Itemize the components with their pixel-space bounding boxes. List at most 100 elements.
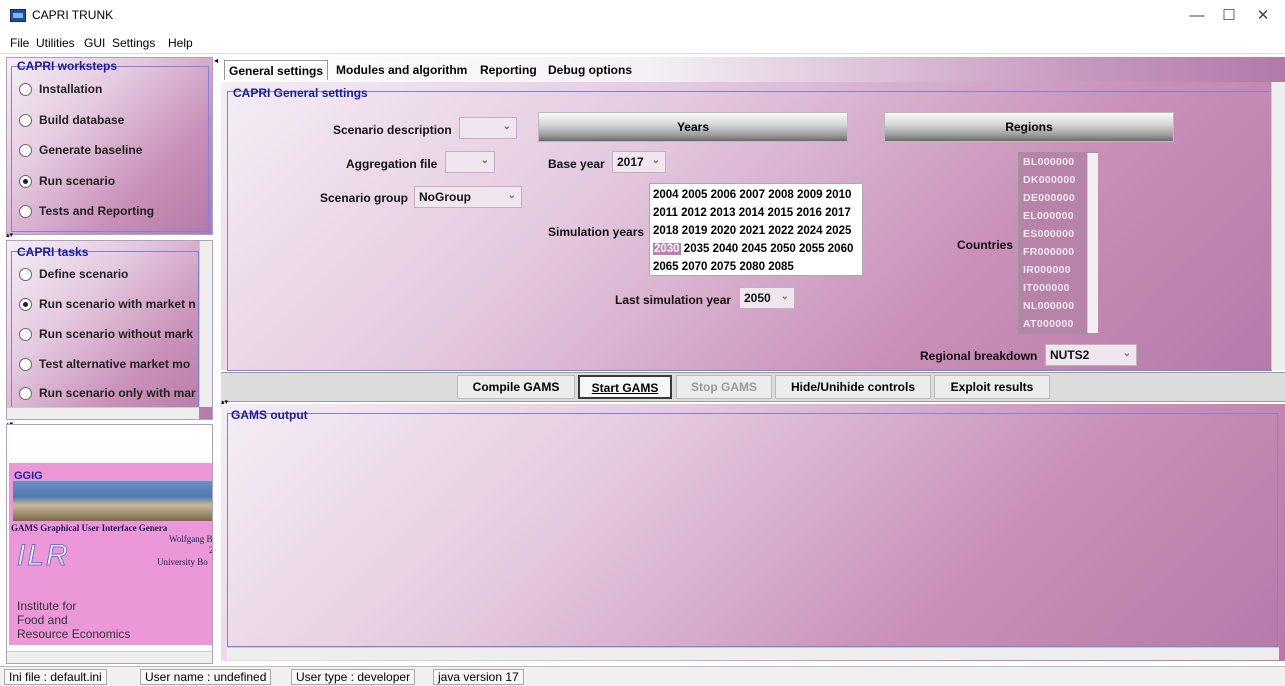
last-simulation-year-combo[interactable]: 2050 ⌄: [739, 287, 795, 309]
country-item[interactable]: ES000000: [1023, 228, 1085, 245]
status-ini-file: Ini file : default.ini: [4, 669, 107, 685]
compile-gams-button[interactable]: Compile GAMS: [457, 375, 575, 399]
country-item[interactable]: BL000000: [1023, 156, 1085, 173]
regional-breakdown-combo[interactable]: NUTS2 ⌄: [1045, 344, 1137, 366]
year-item[interactable]: 2045: [741, 243, 767, 255]
radio-icon[interactable]: [19, 358, 32, 371]
year-item-selected[interactable]: 2030: [653, 243, 681, 255]
year-item[interactable]: 2012: [681, 207, 707, 219]
radio-icon[interactable]: [19, 144, 32, 157]
menu-file[interactable]: File: [10, 36, 29, 50]
year-item[interactable]: 2006: [711, 189, 737, 201]
radio-icon[interactable]: [19, 328, 32, 341]
tasks-title: CAPRI tasks: [17, 245, 89, 259]
scenario-group-combo[interactable]: NoGroup ⌄: [414, 186, 522, 208]
country-item[interactable]: IR000000: [1023, 264, 1085, 281]
year-item[interactable]: 2005: [682, 189, 708, 201]
radio-icon[interactable]: [19, 83, 32, 96]
tasks-vertical-scrollbar[interactable]: [199, 241, 212, 407]
tab-general-settings[interactable]: General settings: [224, 60, 329, 80]
country-item[interactable]: FR000000: [1023, 246, 1085, 263]
close-button[interactable]: ✕: [1252, 6, 1274, 26]
years-row[interactable]: 2011 2012 2013 2014 2015 2016 2017: [653, 204, 851, 222]
menu-help[interactable]: Help: [168, 36, 193, 50]
combo-value: NUTS2: [1050, 348, 1090, 362]
years-row[interactable]: 2004 2005 2006 2007 2008 2009 2010: [653, 186, 851, 204]
year-item[interactable]: 2075: [711, 261, 737, 273]
year-item[interactable]: 2055: [799, 243, 825, 255]
simulation-years-list[interactable]: 2004 2005 2006 2007 2008 2009 2010 2011 …: [649, 183, 863, 276]
worksteps-panel: CAPRI worksteps Installation Build datab…: [6, 57, 213, 235]
simulation-years-label: Simulation years: [548, 225, 645, 239]
countries-list[interactable]: BL000000 DK000000 DE000000 EL000000 ES00…: [1018, 152, 1098, 334]
year-item[interactable]: 2024: [797, 225, 823, 237]
years-row[interactable]: 2065 2070 2075 2080 2085: [653, 258, 794, 276]
year-item[interactable]: 2008: [768, 189, 794, 201]
radio-selected-icon[interactable]: [19, 298, 32, 311]
country-item[interactable]: AT000000: [1023, 318, 1085, 335]
splitter-arrows-icon[interactable]: ▴▾: [6, 231, 13, 239]
country-item[interactable]: IT000000: [1023, 282, 1085, 299]
year-item[interactable]: 2021: [739, 225, 765, 237]
year-item[interactable]: 2010: [826, 189, 852, 201]
stop-gams-button[interactable]: Stop GAMS: [676, 375, 772, 399]
gui-subtitle: GAMS Graphical User Interface Genera: [11, 523, 168, 533]
year-item[interactable]: 2060: [828, 243, 854, 255]
country-item[interactable]: DK000000: [1023, 174, 1085, 191]
scenario-description-combo[interactable]: ⌄: [459, 117, 517, 139]
year-item[interactable]: 2035: [684, 243, 710, 255]
settings-vertical-scrollbar[interactable]: [1271, 82, 1285, 370]
radio-icon[interactable]: [19, 114, 32, 127]
year-item[interactable]: 2080: [739, 261, 765, 273]
year-item[interactable]: 2020: [711, 225, 737, 237]
year-item[interactable]: 2015: [768, 207, 794, 219]
year-item[interactable]: 2040: [713, 243, 739, 255]
countries-scrollbar[interactable]: [1087, 153, 1098, 333]
year-item[interactable]: 2085: [768, 261, 794, 273]
menu-gui[interactable]: GUI: [84, 36, 105, 50]
maximize-button[interactable]: ☐: [1218, 6, 1240, 26]
year-item[interactable]: 2004: [653, 189, 679, 201]
year-item[interactable]: 2050: [770, 243, 796, 255]
aggregation-file-combo[interactable]: ⌄: [445, 151, 495, 173]
country-item[interactable]: EL000000: [1023, 210, 1085, 227]
menu-utilities[interactable]: Utilities: [36, 36, 75, 50]
university: University Bo: [157, 557, 208, 567]
tab-reporting[interactable]: Reporting: [476, 60, 541, 80]
country-item[interactable]: DE000000: [1023, 192, 1085, 209]
radio-icon[interactable]: [19, 387, 32, 400]
year-item[interactable]: 2014: [739, 207, 765, 219]
tasks-horizontal-scrollbar[interactable]: [7, 407, 199, 419]
logo-horizontal-scrollbar[interactable]: [7, 651, 212, 663]
year-item[interactable]: 2025: [826, 225, 852, 237]
year-item[interactable]: 2017: [825, 207, 851, 219]
country-item[interactable]: NL000000: [1023, 300, 1085, 317]
years-row[interactable]: 2018 2019 2020 2021 2022 2024 2025: [653, 222, 851, 240]
tab-debug-options[interactable]: Debug options: [544, 60, 636, 80]
year-item[interactable]: 2022: [768, 225, 794, 237]
year-item[interactable]: 2009: [797, 189, 823, 201]
year-item[interactable]: 2007: [739, 189, 765, 201]
radio-selected-icon[interactable]: [19, 175, 32, 188]
status-user-type: User type : developer: [291, 669, 416, 685]
year-item[interactable]: 2018: [653, 225, 679, 237]
menu-settings[interactable]: Settings: [112, 36, 155, 50]
years-row[interactable]: 2030 2035 2040 2045 2050 2055 2060: [653, 240, 853, 258]
gams-output-horizontal-scrollbar[interactable]: [227, 647, 1279, 660]
year-item[interactable]: 2013: [710, 207, 736, 219]
workstep-label: Tests and Reporting: [39, 204, 155, 218]
year-item[interactable]: 2011: [653, 207, 678, 219]
splitter-arrow-icon[interactable]: ◂: [214, 56, 218, 65]
radio-icon[interactable]: [19, 268, 32, 281]
year-item[interactable]: 2016: [796, 207, 822, 219]
start-gams-button[interactable]: Start GAMS: [578, 375, 672, 399]
minimize-button[interactable]: —: [1186, 6, 1208, 26]
radio-icon[interactable]: [19, 205, 32, 218]
tab-modules-algorithm[interactable]: Modules and algorithm: [332, 60, 471, 80]
year-item[interactable]: 2019: [682, 225, 708, 237]
year-item[interactable]: 2070: [682, 261, 708, 273]
exploit-results-button[interactable]: Exploit results: [934, 375, 1050, 399]
year-item[interactable]: 2065: [653, 261, 679, 273]
base-year-combo[interactable]: 2017 ⌄: [612, 151, 666, 173]
hide-unhide-controls-button[interactable]: Hide/Unihide controls: [775, 375, 931, 399]
